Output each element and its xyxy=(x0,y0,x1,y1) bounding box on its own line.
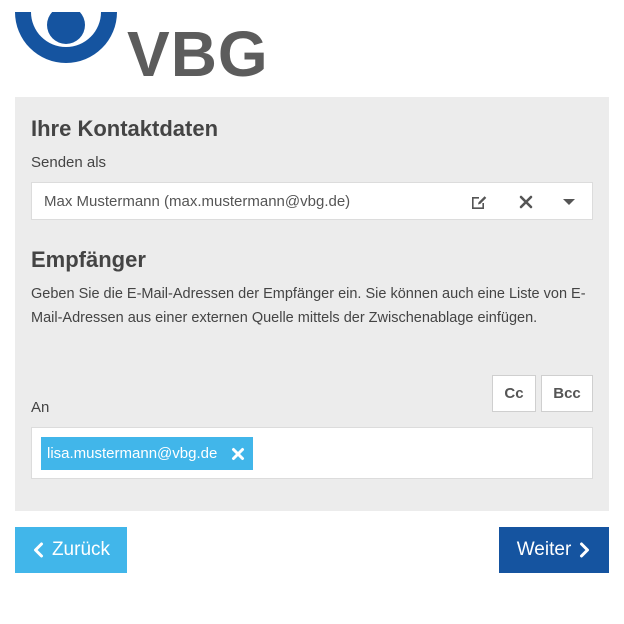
vbg-logo-mark-icon xyxy=(15,12,117,63)
recipients-description: Geben Sie die E-Mail-Adressen der Empfän… xyxy=(31,286,586,326)
logo-text: VBG xyxy=(127,18,269,90)
edit-icon[interactable] xyxy=(469,192,489,212)
vbg-logo: VBG xyxy=(15,12,268,86)
back-button[interactable]: Zurück xyxy=(15,527,127,573)
bcc-button[interactable]: Bcc xyxy=(541,375,593,412)
chevron-down-icon[interactable] xyxy=(559,192,579,212)
recipient-tag-label: lisa.mustermann@vbg.de xyxy=(47,445,218,462)
send-as-value: Max Mustermann (max.mustermann@vbg.de) xyxy=(44,193,351,210)
chevron-right-icon xyxy=(580,542,590,558)
contact-section-title: Ihre Kontaktdaten xyxy=(31,116,219,141)
remove-tag-icon[interactable] xyxy=(231,447,245,461)
chevron-left-icon xyxy=(33,542,43,558)
recipients-input[interactable]: lisa.mustermann@vbg.de xyxy=(31,427,593,479)
send-as-select[interactable]: Max Mustermann (max.mustermann@vbg.de) xyxy=(31,182,593,220)
clear-icon[interactable] xyxy=(516,192,536,212)
send-as-label: Senden als xyxy=(31,154,107,171)
back-button-label: Zurück xyxy=(51,539,111,560)
recipient-tag: lisa.mustermann@vbg.de xyxy=(41,437,254,470)
to-label: An xyxy=(31,399,50,416)
form-panel: Ihre Kontaktdaten Senden als Max Musterm… xyxy=(15,97,609,511)
next-button-label: Weiter xyxy=(516,539,572,560)
cc-button[interactable]: Cc xyxy=(492,375,536,412)
next-button[interactable]: Weiter xyxy=(499,527,609,573)
recipients-section-title: Empfänger xyxy=(31,247,146,272)
